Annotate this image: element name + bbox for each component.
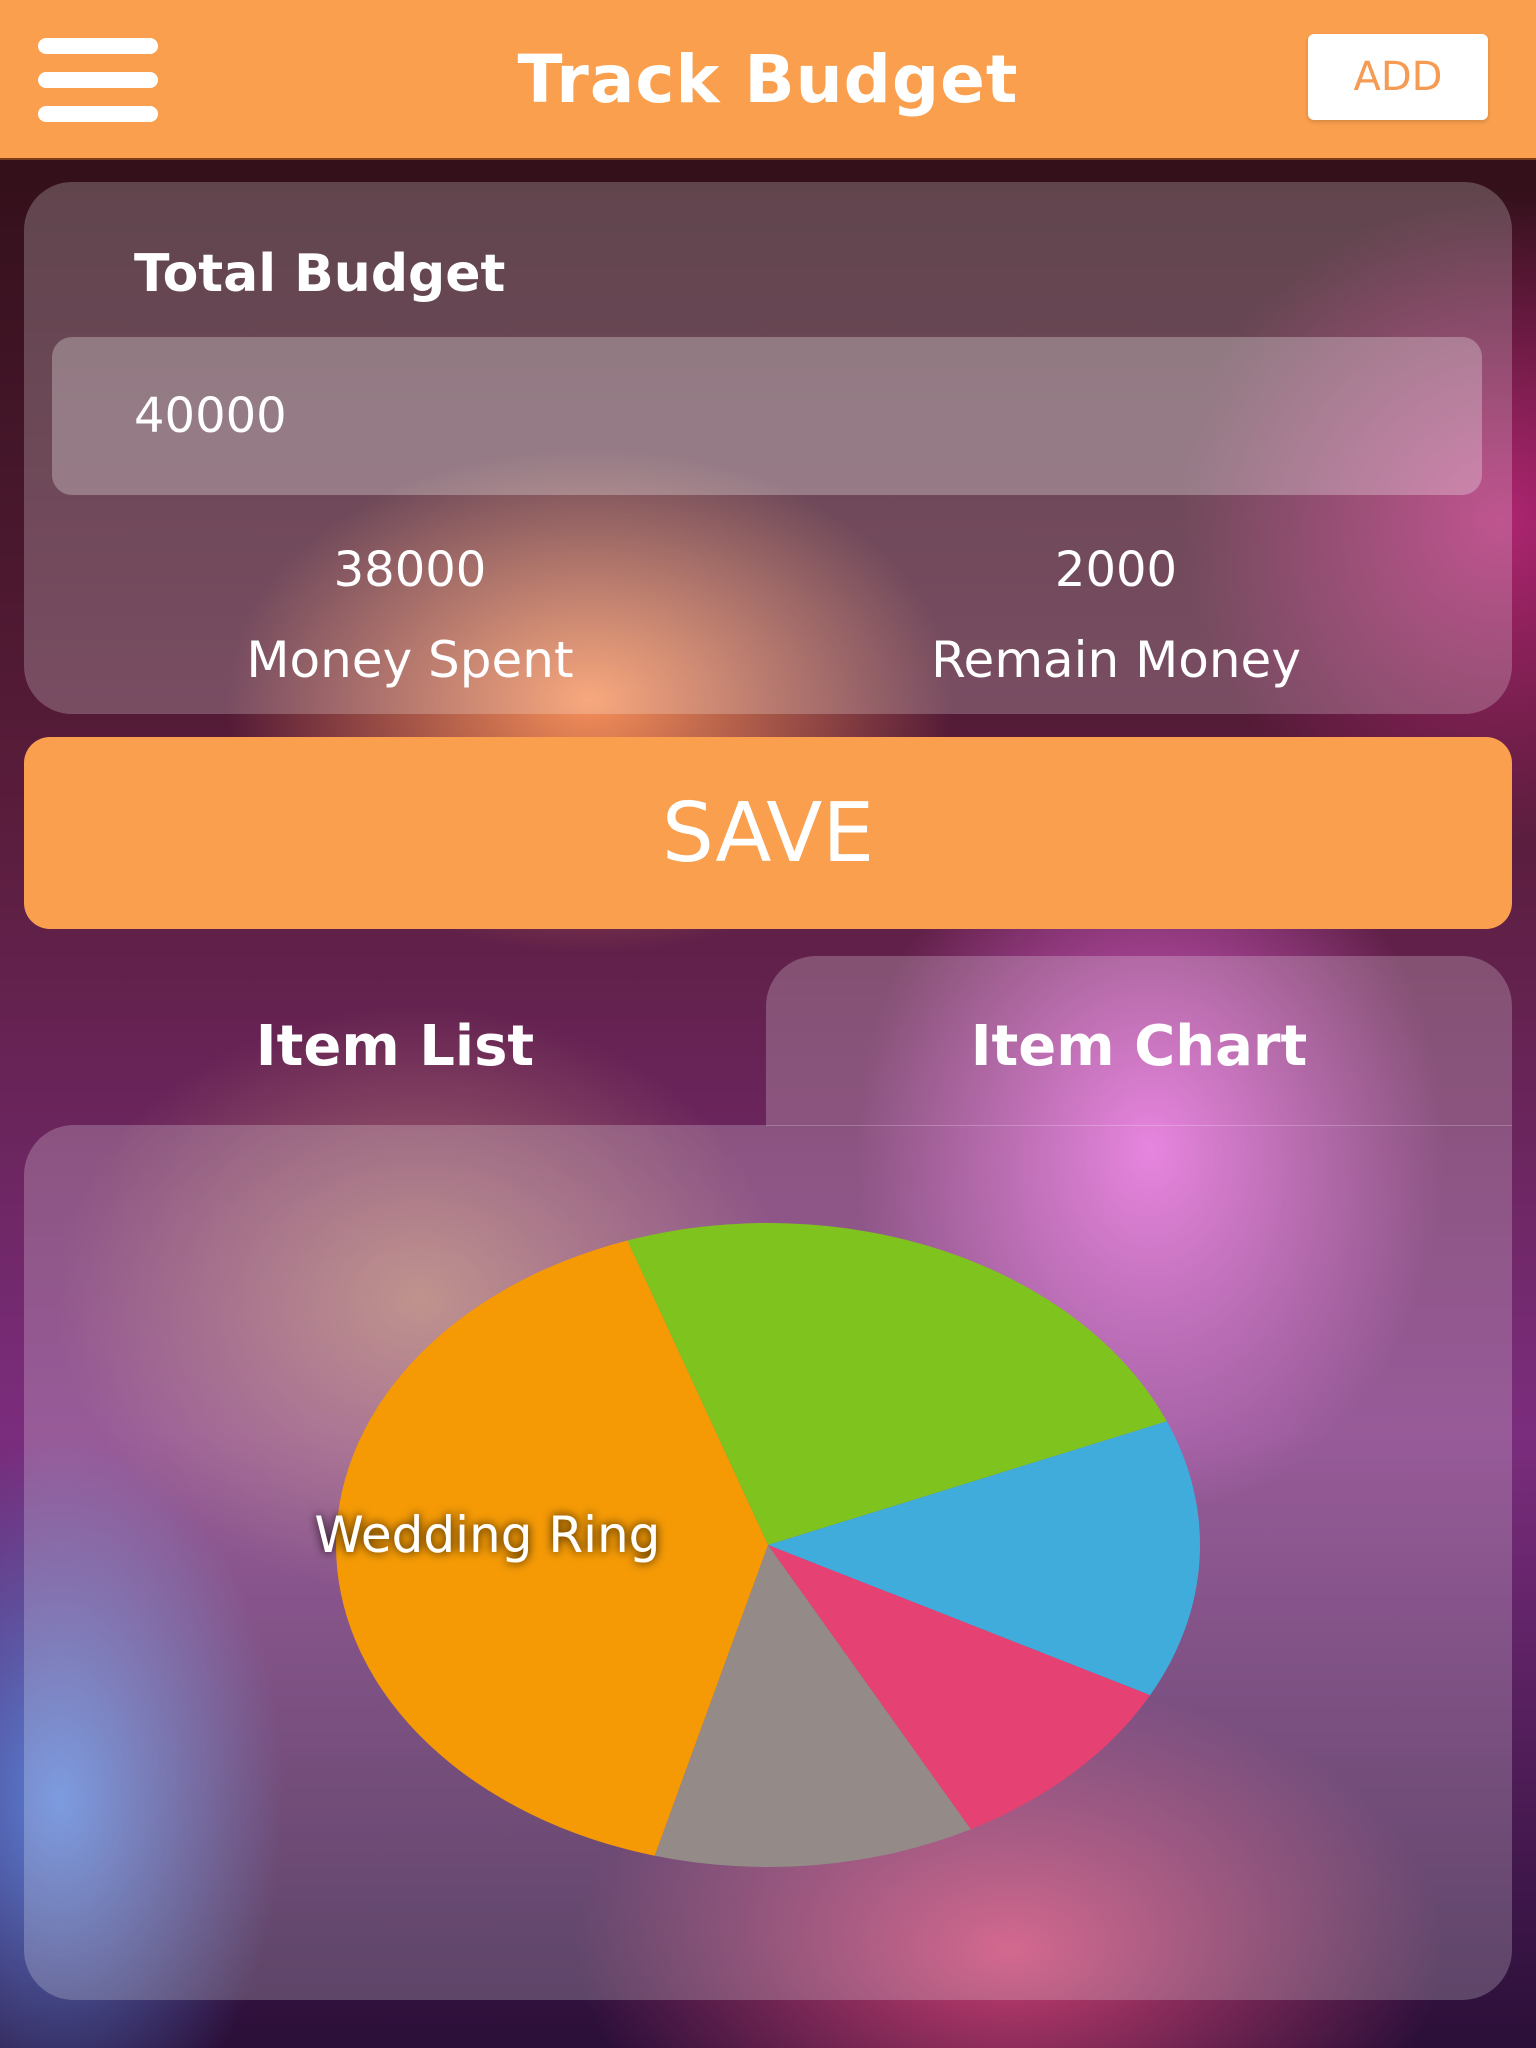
pie-slice-label: Wedding Ring — [314, 1506, 660, 1564]
money-spent-value: 38000 — [333, 542, 487, 598]
top-app-bar: Track Budget ADD — [0, 0, 1536, 160]
total-budget-label: Total Budget — [134, 244, 506, 304]
total-budget-input[interactable] — [52, 337, 1482, 495]
menu-line — [38, 72, 158, 88]
tab-item-list[interactable]: Item List — [24, 956, 766, 1126]
budget-card: Total Budget 38000 Money Spent 2000 Rema… — [24, 182, 1512, 714]
money-spent-stat: 38000 Money Spent — [130, 542, 690, 688]
menu-line — [38, 106, 158, 122]
add-button[interactable]: ADD — [1308, 34, 1488, 120]
hamburger-menu-icon[interactable] — [38, 38, 158, 124]
money-spent-label: Money Spent — [246, 631, 574, 689]
pie-chart: Wedding Ring — [314, 1222, 1201, 1868]
app-title: Track Budget — [517, 41, 1019, 118]
item-chart-panel: Wedding Ring — [24, 1125, 1512, 2000]
remain-money-stat: 2000 Remain Money — [836, 542, 1396, 688]
remain-money-value: 2000 — [1054, 542, 1178, 598]
tab-item-chart[interactable]: Item Chart — [766, 956, 1512, 1126]
remain-money-label: Remain Money — [931, 631, 1301, 689]
save-button[interactable]: SAVE — [24, 737, 1512, 929]
menu-line — [38, 38, 158, 54]
